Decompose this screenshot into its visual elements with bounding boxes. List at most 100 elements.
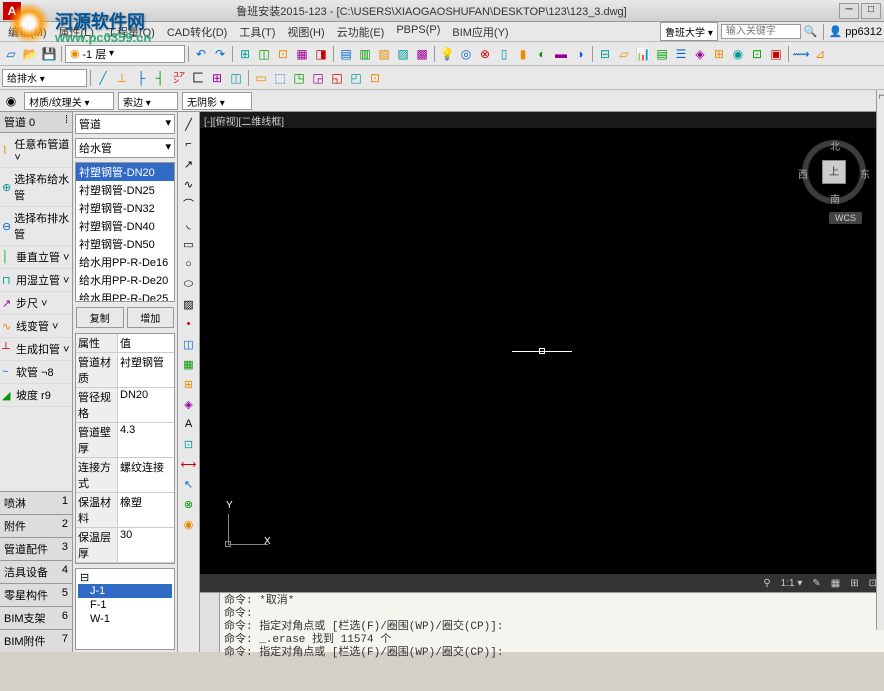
status-icon[interactable]: ⊞ [847, 578, 861, 589]
arc2-icon[interactable]: ◟ [180, 215, 198, 233]
open-icon[interactable]: 📂 [21, 45, 39, 63]
leader-icon[interactable]: ↖ [180, 475, 198, 493]
property-row[interactable]: 保温材料橡塑 [76, 493, 174, 528]
rect-icon[interactable]: ▭ [180, 235, 198, 253]
text-icon[interactable]: 匚 [189, 69, 207, 87]
tool-icon[interactable]: ┤ [151, 69, 169, 87]
help-dropdown[interactable]: 鲁班大学 ▾ [660, 22, 718, 41]
save-icon[interactable]: 💾 [40, 45, 58, 63]
tool-icon[interactable]: ⊡ [748, 45, 766, 63]
point-icon[interactable]: • [180, 315, 198, 333]
new-icon[interactable]: ▱ [2, 45, 20, 63]
sidebar-tool[interactable]: ┴生成扣管 ˅ [0, 338, 72, 361]
line-icon[interactable]: ╱ [180, 115, 198, 133]
menu-item[interactable]: 工程量(Q) [100, 22, 161, 42]
tool-icon[interactable]: ▱ [615, 45, 633, 63]
sidebar-tab[interactable]: 附件2 [0, 514, 72, 537]
menu-item[interactable]: 云功能(E) [331, 22, 391, 42]
dim-icon[interactable]: ⟷ [180, 455, 198, 473]
polyline-icon[interactable]: ⌐ [180, 135, 198, 153]
cube-icon[interactable]: ◲ [309, 69, 327, 87]
sidebar-tab[interactable]: 管道配件3 [0, 537, 72, 560]
tool-icon[interactable]: ▩ [413, 45, 431, 63]
pipe-list[interactable]: 衬塑钢管-DN20衬塑钢管-DN25衬塑钢管-DN32衬塑钢管-DN40衬塑钢管… [75, 162, 175, 302]
block-icon[interactable]: ⊞ [180, 375, 198, 393]
tree-item[interactable]: W-1 [78, 612, 172, 626]
sidebar-tab[interactable]: BIM支架6 [0, 606, 72, 629]
tool-icon[interactable]: ◉ [180, 515, 198, 533]
list-icon[interactable]: ☰ [672, 45, 690, 63]
sidebar-tab[interactable]: 洁具设备4 [0, 560, 72, 583]
undo-icon[interactable]: ↶ [192, 45, 210, 63]
tree-view[interactable]: ⊟ J-1F-1W-1 [75, 568, 175, 650]
text-icon[interactable]: A [180, 415, 198, 433]
property-row[interactable]: 管径规格DN20 [76, 388, 174, 423]
cube-icon[interactable]: ◰ [347, 69, 365, 87]
tool-icon[interactable]: ⊗ [476, 45, 494, 63]
minimize-button[interactable]: ─ [839, 3, 859, 19]
search-input[interactable] [721, 24, 801, 39]
cube-icon[interactable]: ⬚ [271, 69, 289, 87]
add-button[interactable]: 增加 [127, 307, 175, 328]
tool-icon[interactable]: ⊞ [710, 45, 728, 63]
property-row[interactable]: 管道材质衬塑钢管 [76, 353, 174, 388]
region-icon[interactable]: ◫ [180, 335, 198, 353]
tool-icon[interactable]: ◨ [312, 45, 330, 63]
bulb-icon[interactable]: 💡 [438, 45, 456, 63]
sidebar-tab[interactable]: 喷淋1 [0, 491, 72, 514]
tool-icon[interactable]: ⊗ [180, 495, 198, 513]
chart-icon[interactable]: 📊 [634, 45, 652, 63]
sidebar-tool[interactable]: ~软管 ¬8 [0, 361, 72, 384]
cmd-handle[interactable] [200, 593, 220, 652]
menu-item[interactable]: 编辑(M) [2, 22, 53, 42]
sidebar-tool[interactable]: ∿线变管 ˅ [0, 315, 72, 338]
menu-item[interactable]: 属性(L) [53, 22, 100, 42]
sidebar-tool[interactable]: ⊓用湿立管 ˅ [0, 269, 72, 292]
sidebar-tool[interactable]: ◢坡度 r9 [0, 384, 72, 407]
viewport-label[interactable]: [-][俯视][二维线框] [200, 112, 884, 128]
tool-icon[interactable]: ▭ [252, 69, 270, 87]
tool-icon[interactable]: ▣ [767, 45, 785, 63]
tool-icon[interactable]: ▦ [293, 45, 311, 63]
wcs-badge[interactable]: WCS [829, 212, 862, 224]
status-icon[interactable]: ▦ [828, 578, 843, 589]
tool-icon[interactable]: ╱ [94, 69, 112, 87]
tool-icon[interactable]: ⊥ [113, 69, 131, 87]
tool-icon[interactable]: ▬ [552, 45, 570, 63]
cube-icon[interactable]: ◳ [290, 69, 308, 87]
mtext-icon[interactable]: ⊡ [180, 435, 198, 453]
sidebar-tool[interactable]: ⌇任意布管道 ˅ [0, 133, 72, 168]
list-item[interactable]: 衬塑钢管-DN20 [76, 163, 174, 181]
tool-icon[interactable]: ◈ [691, 45, 709, 63]
property-row[interactable]: 属性值 [76, 334, 174, 353]
tool-icon[interactable]: ⊟ [596, 45, 614, 63]
redo-icon[interactable]: ↷ [211, 45, 229, 63]
list-item[interactable]: 给水用PP-R-De25 [76, 289, 174, 302]
tool-icon[interactable]: ◉ [729, 45, 747, 63]
status-icon[interactable]: ✎ [809, 578, 823, 589]
maximize-button[interactable]: □ [861, 3, 881, 19]
arc-icon[interactable]: ⌒ [180, 195, 198, 213]
tool-icon[interactable]: ▤ [653, 45, 671, 63]
menu-item[interactable]: 视图(H) [281, 22, 330, 42]
tool-icon[interactable]: ◐ [533, 45, 551, 63]
tool-icon[interactable]: ⊞ [236, 45, 254, 63]
canvas[interactable]: [-][俯视][二维线框] YX 上 北 南 西 东 WCS ⚲ [200, 112, 884, 652]
shadow-dropdown[interactable]: 无阴影 ▾ [182, 92, 252, 110]
text-icon[interactable]: ㍐ [170, 69, 188, 87]
table-icon[interactable]: ▦ [180, 355, 198, 373]
category-dropdown[interactable]: 管道▾ [75, 114, 175, 134]
tree-item[interactable]: F-1 [78, 598, 172, 612]
list-item[interactable]: 衬塑钢管-DN50 [76, 235, 174, 253]
visual-icon[interactable]: ◉ [2, 92, 20, 110]
sidebar-tab[interactable]: 零星构件5 [0, 583, 72, 606]
menu-item[interactable]: CAD转化(D) [161, 22, 234, 42]
tool-icon[interactable]: ⊿ [811, 45, 829, 63]
menu-item[interactable]: PBPS(P) [390, 22, 446, 42]
cube-icon[interactable]: ⊡ [366, 69, 384, 87]
insert-icon[interactable]: ◈ [180, 395, 198, 413]
scale-icon[interactable]: ⚲ [760, 578, 773, 589]
tool-icon[interactable]: ▮ [514, 45, 532, 63]
ray-icon[interactable]: ↗ [180, 155, 198, 173]
tool-icon[interactable]: ◎ [457, 45, 475, 63]
